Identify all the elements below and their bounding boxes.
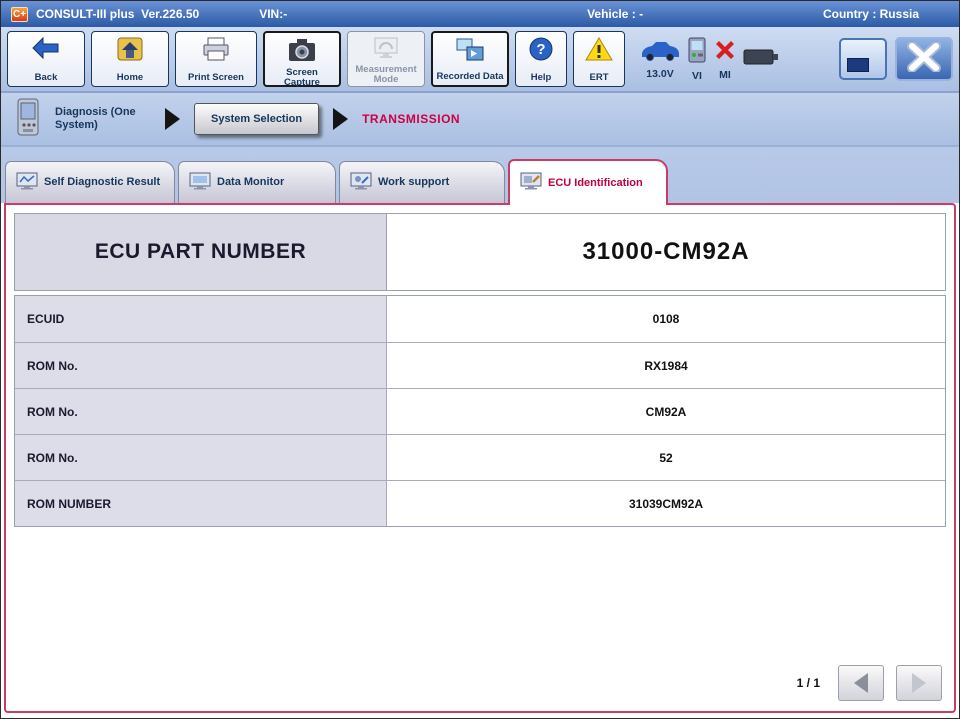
help-button[interactable]: ? Help (515, 31, 567, 87)
consult-window: C+ CONSULT-III plus Ver.226.50 VIN:- Veh… (0, 0, 960, 719)
ecu-part-number-label: ECU PART NUMBER (15, 214, 387, 290)
vi-indicator: VI (687, 37, 707, 82)
row-label: ROM No. (15, 435, 387, 480)
title-bar: C+ CONSULT-III plus Ver.226.50 VIN:- Veh… (1, 1, 959, 27)
ert-button[interactable]: ERT (573, 31, 625, 87)
app-version: Ver.226.50 (141, 7, 200, 21)
self-diagnostic-icon (16, 172, 38, 194)
row-label: ROM No. (15, 343, 387, 388)
row-label: ROM No. (15, 389, 387, 434)
device-icon (15, 97, 41, 142)
mi-indicator: MI (713, 38, 737, 81)
next-page-button[interactable] (896, 665, 942, 701)
work-support-icon (350, 172, 372, 194)
next-arrow-icon (912, 673, 926, 693)
table-row: ROM No. RX1984 (15, 342, 945, 388)
table-row: ROM No. 52 (15, 434, 945, 480)
table-row: ROM NUMBER 31039CM92A (15, 480, 945, 526)
vin-label: VIN:- (259, 7, 288, 21)
toolbar: Back Home Print Screen Screen Capture Me… (1, 27, 959, 93)
red-x-icon (713, 38, 737, 67)
breadcrumb-arrow-icon (165, 108, 180, 130)
page-count: 1 / 1 (796, 676, 820, 690)
battery-voltage-indicator: 13.0V (639, 39, 681, 80)
home-button[interactable]: Home (91, 31, 169, 87)
selected-system-label: TRANSMISSION (362, 112, 461, 126)
help-icon: ? (528, 36, 554, 67)
minimize-button[interactable] (839, 38, 887, 80)
breadcrumb: Diagnosis (One System) System Selection … (1, 93, 959, 147)
tab-data-monitor[interactable]: Data Monitor (178, 161, 336, 203)
ecu-identification-panel: ECU PART NUMBER 31000-CM92A ECUID 0108 R… (4, 203, 956, 713)
recorded-data-button[interactable]: Recorded Data (431, 31, 509, 87)
recorded-data-icon (455, 37, 485, 68)
tab-work-support[interactable]: Work support (339, 161, 505, 203)
close-x-icon (906, 40, 942, 77)
country-label: Country : Russia (822, 7, 919, 21)
row-value: 31039CM92A (628, 496, 704, 511)
system-selection-button[interactable]: System Selection (194, 103, 320, 135)
battery-icon (743, 46, 781, 73)
main-area: ECU PART NUMBER 31000-CM92A ECUID 0108 R… (1, 203, 959, 718)
tab-self-diagnostic-result[interactable]: Self Diagnostic Result (5, 161, 175, 203)
close-button[interactable] (895, 37, 953, 81)
measurement-icon (372, 36, 400, 65)
row-label: ROM NUMBER (15, 481, 387, 526)
ecu-part-number-value: 31000-CM92A (582, 238, 750, 265)
breadcrumb-step-diagnosis: Diagnosis (One System) (55, 105, 136, 131)
vi-device-icon (687, 37, 707, 68)
printer-icon (201, 36, 231, 67)
previous-arrow-icon (854, 673, 868, 693)
app-logo-icon: C+ (11, 6, 28, 22)
back-arrow-icon (31, 36, 61, 65)
table-row: ECUID 0108 (15, 296, 945, 342)
ecu-part-number-row: ECU PART NUMBER 31000-CM92A (14, 213, 946, 291)
back-button[interactable]: Back (7, 31, 85, 87)
minimize-icon (847, 58, 869, 72)
svg-text:?: ? (536, 41, 545, 58)
row-value: 52 (659, 450, 673, 465)
warning-triangle-icon (584, 36, 614, 67)
row-value: 0108 (652, 312, 680, 326)
row-value: CM92A (645, 404, 687, 419)
battery-status-indicator (743, 46, 781, 73)
screen-capture-button[interactable]: Screen Capture (263, 31, 341, 88)
print-screen-button[interactable]: Print Screen (175, 31, 257, 87)
ecu-info-table: ECUID 0108 ROM No. RX1984 ROM No. CM92A … (14, 295, 946, 527)
ecu-identification-icon (520, 172, 542, 194)
data-monitor-icon (189, 172, 211, 194)
home-icon (116, 36, 144, 67)
app-title: CONSULT-III plus (36, 7, 135, 21)
measurement-mode-button[interactable]: Measurement Mode (347, 31, 425, 87)
pagination: 1 / 1 (797, 665, 942, 701)
row-value: RX1984 (644, 358, 688, 373)
table-row: ROM No. CM92A (15, 388, 945, 434)
row-label: ECUID (15, 296, 387, 342)
camera-icon (287, 37, 317, 68)
car-icon (639, 39, 681, 66)
previous-page-button[interactable] (838, 665, 884, 701)
breadcrumb-arrow-icon (333, 108, 349, 130)
tab-strip: Self Diagnostic Result Data Monitor Work… (1, 147, 959, 205)
window-controls (839, 37, 953, 81)
vehicle-label: Vehicle : - (587, 7, 644, 21)
tab-ecu-identification[interactable]: ECU Identification (508, 159, 668, 205)
